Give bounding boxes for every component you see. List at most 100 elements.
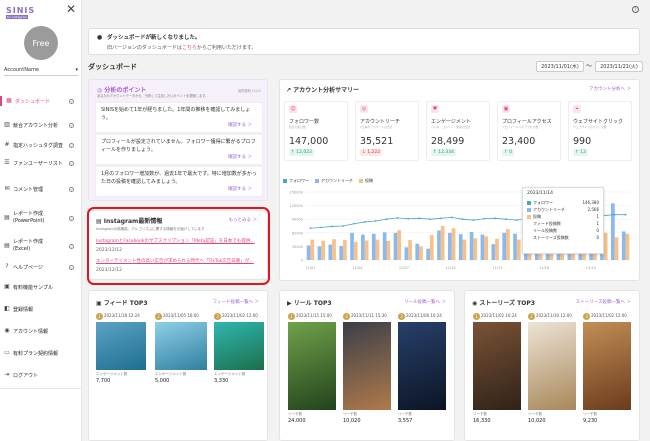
posts-bar[interactable] xyxy=(419,246,423,260)
follower-point[interactable] xyxy=(450,216,453,219)
follower-point[interactable] xyxy=(418,217,420,220)
sidebar-item[interactable]: ☰ ファンユーザーリスト i xyxy=(0,158,82,168)
follower-point[interactable] xyxy=(505,218,507,221)
reach-bar[interactable] xyxy=(469,231,474,260)
cafe-photo[interactable] xyxy=(473,322,521,410)
reach-bar[interactable] xyxy=(513,233,517,260)
account-selector[interactable]: AccountName ▾ xyxy=(4,67,78,76)
reach-bar[interactable] xyxy=(404,247,409,260)
posts-bar[interactable] xyxy=(397,230,402,260)
posts-bar[interactable] xyxy=(473,238,478,260)
posts-bar[interactable] xyxy=(353,241,358,260)
sidebar-item[interactable]: ◉ アカウント情報 xyxy=(0,326,82,336)
info-icon[interactable]: i xyxy=(69,122,74,128)
planet-photo[interactable] xyxy=(398,322,446,410)
follower-point[interactable] xyxy=(494,217,497,220)
posts-bar[interactable] xyxy=(451,228,456,260)
posts-bar[interactable] xyxy=(516,239,521,260)
legend-follower[interactable]: フォロワー xyxy=(283,178,309,184)
posts-bar[interactable] xyxy=(429,235,434,260)
reach-bar[interactable] xyxy=(437,230,441,260)
reach-bar[interactable] xyxy=(415,243,420,260)
posts-bar[interactable] xyxy=(364,240,369,260)
sidebar-item[interactable]: ▭ 有料プラン契約情報 xyxy=(0,348,82,358)
sidebar-item[interactable]: ▦ ダッシュボード i xyxy=(0,96,82,106)
info-icon[interactable]: i xyxy=(69,186,74,192)
posts-bar[interactable] xyxy=(506,229,510,260)
reach-bar[interactable] xyxy=(448,232,452,260)
point-confirm-link[interactable]: 確認する ＞ xyxy=(228,186,252,194)
info-icon[interactable]: i xyxy=(69,215,74,221)
reach-bar[interactable] xyxy=(458,234,463,260)
info-icon[interactable]: i xyxy=(69,142,74,148)
posts-bar[interactable] xyxy=(321,240,325,260)
sidebar-item[interactable]: ▥ 競合アカウント分析 i xyxy=(0,120,82,130)
date-from-picker[interactable]: 2023/11/01(水) xyxy=(536,61,584,72)
follower-point[interactable] xyxy=(624,213,627,216)
lagoon-photo[interactable] xyxy=(214,322,264,370)
reach-bar[interactable] xyxy=(393,232,398,260)
reach-bar[interactable] xyxy=(339,245,344,260)
reach-bar[interactable] xyxy=(317,246,322,260)
follower-point[interactable] xyxy=(472,219,475,222)
reach-bar[interactable] xyxy=(350,232,354,260)
follower-point[interactable] xyxy=(483,217,486,220)
follower-point[interactable] xyxy=(320,226,323,229)
info-icon[interactable]: i xyxy=(69,243,74,249)
follower-point[interactable] xyxy=(385,218,388,221)
posts-bar[interactable] xyxy=(625,233,630,260)
follower-point[interactable] xyxy=(396,216,399,219)
reach-bar[interactable] xyxy=(491,244,496,260)
sidebar-item[interactable]: ✉ コメント管理 i xyxy=(0,184,82,194)
sinis-logo[interactable]: SINIS for Instagram xyxy=(6,7,34,19)
reach-bar[interactable] xyxy=(382,232,387,260)
account-analysis-link[interactable]: アカウント分析へ ＞ xyxy=(589,86,631,92)
corridor-photo[interactable] xyxy=(583,322,631,410)
follower-point[interactable] xyxy=(331,225,334,228)
follower-point[interactable] xyxy=(407,217,410,220)
sidebar-item[interactable]: ⇥ ログアウト xyxy=(0,370,82,380)
follower-point[interactable] xyxy=(516,219,518,222)
info-icon[interactable]: i xyxy=(69,98,74,104)
follower-point[interactable] xyxy=(613,213,616,216)
sidebar-item[interactable]: ▤ レポート作成 (PowerPoint) i xyxy=(0,210,82,226)
follower-point[interactable] xyxy=(439,217,442,220)
posts-bar[interactable] xyxy=(343,240,347,260)
reach-bar[interactable] xyxy=(502,232,507,260)
close-icon[interactable]: ✕ xyxy=(66,3,76,15)
follower-point[interactable] xyxy=(461,218,464,221)
follower-point[interactable] xyxy=(429,218,431,221)
forest-photo[interactable] xyxy=(288,322,336,410)
help-icon[interactable]: ? xyxy=(632,6,639,13)
sidebar-item[interactable]: # 指定ハッシュタグ調査 i xyxy=(0,140,82,150)
gift-photo[interactable] xyxy=(528,322,576,410)
point-confirm-link[interactable]: 確認する ＞ xyxy=(228,122,252,130)
date-to-picker[interactable]: 2023/11/21(火) xyxy=(595,61,643,72)
info-icon[interactable]: i xyxy=(69,160,74,166)
stories-list-link[interactable]: ストーリーズ投稿一覧へ ＞ xyxy=(576,299,631,305)
posts-bar[interactable] xyxy=(310,239,315,260)
follower-point[interactable] xyxy=(374,220,377,222)
night-path-photo[interactable] xyxy=(343,322,391,410)
follower-point[interactable] xyxy=(363,221,366,223)
pier-photo[interactable] xyxy=(155,322,207,370)
sidebar-item[interactable]: ▤ レポート作成 (Excel) i xyxy=(0,238,82,254)
posts-bar[interactable] xyxy=(332,239,336,260)
sidebar-item[interactable]: ◧ 登録情報 xyxy=(0,304,82,314)
legend-reach[interactable]: アカウントリーチ xyxy=(315,178,353,184)
posts-bar[interactable] xyxy=(440,226,445,260)
old-dashboard-link[interactable]: こちら xyxy=(182,45,197,51)
feed-list-link[interactable]: フィード投稿一覧へ ＞ xyxy=(213,299,259,305)
follower-point[interactable] xyxy=(342,225,344,227)
reel-list-link[interactable]: リール投稿一覧へ ＞ xyxy=(404,299,446,305)
point-confirm-link[interactable]: 確認する ＞ xyxy=(228,154,252,162)
posts-bar[interactable] xyxy=(603,232,608,260)
posts-bar[interactable] xyxy=(495,238,499,260)
reach-bar[interactable] xyxy=(328,244,333,260)
posts-bar[interactable] xyxy=(375,239,380,260)
posts-bar[interactable] xyxy=(386,240,391,260)
legend-posts[interactable]: 投稿 xyxy=(359,178,373,184)
sidebar-item[interactable]: ? ヘルプページ i xyxy=(0,262,82,272)
sea-photo[interactable] xyxy=(96,322,146,370)
reach-bar[interactable] xyxy=(611,203,615,260)
